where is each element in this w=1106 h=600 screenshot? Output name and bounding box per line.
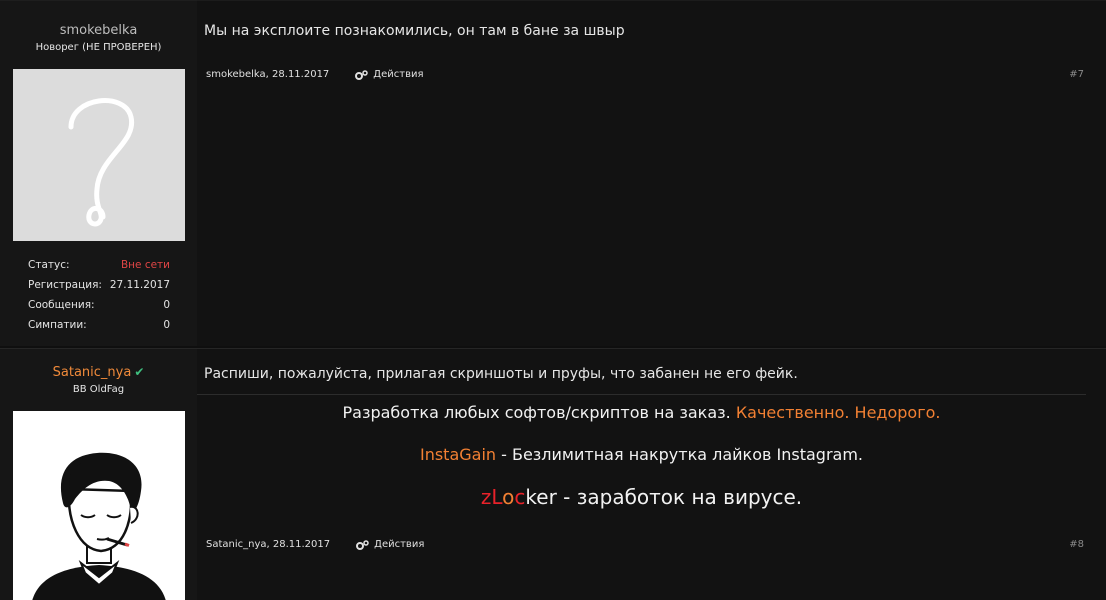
avatar[interactable] (13, 411, 185, 600)
user-sidebar: Satanic_nya ✔ BB OldFag (0, 348, 197, 600)
username-link[interactable]: smokebelka (0, 23, 197, 38)
user-title: BB OldFag (72, 384, 125, 395)
signature-line: Разработка любых софтов/скриптов на зака… (342, 403, 941, 422)
post-content: Мы на эксплоите познакомились, он там в … (197, 0, 1106, 346)
post-8: Satanic_nya ✔ BB OldFag Распиши, пожалуй… (0, 348, 1106, 600)
user-sidebar: smokebelka Новорег (НЕ ПРОВЕРЕН) Статус:… (0, 0, 197, 346)
avatar-illustration (32, 452, 166, 600)
post-author-date-link[interactable]: Satanic_nya, 28.11.2017 (206, 539, 330, 550)
user-title: Новорег (НЕ ПРОВЕРЕН) (35, 42, 162, 53)
instagain-link[interactable]: InstaGain (420, 445, 496, 464)
signature: Разработка любых софтов/скриптов на зака… (197, 394, 1086, 511)
actions-button[interactable]: Действия (355, 69, 424, 80)
message-text: Распиши, пожалуйста, прилагая скриншоты … (204, 366, 798, 382)
user-stats: Статус: Вне сети Регистрация: 27.11.2017… (28, 258, 170, 338)
stat-likes: Симпатии: 0 (28, 319, 170, 331)
signature-line: InstaGain - Безлимитная накрутка лайков … (419, 445, 864, 464)
stat-registration: Регистрация: 27.11.2017 (28, 279, 170, 291)
avatar[interactable] (13, 69, 185, 241)
gears-icon (356, 539, 369, 550)
stat-status: Статус: Вне сети (28, 258, 170, 278)
question-mark-icon (68, 98, 135, 227)
status-badge: Вне сети (120, 259, 170, 271)
username-link[interactable]: Satanic_nya ✔ (0, 365, 197, 380)
post-meta: smokebelka, 28.11.2017 Действия (206, 69, 424, 80)
post-content: Распиши, пожалуйста, прилагая скриншоты … (197, 348, 1106, 600)
message-text: Мы на эксплоите познакомились, он там в … (204, 23, 625, 39)
signature-line: zLocker - заработок на вирусе. (480, 485, 803, 509)
gears-icon (355, 69, 369, 80)
stat-messages: Сообщения: 0 (28, 299, 170, 311)
post-author-date-link[interactable]: smokebelka, 28.11.2017 (206, 69, 329, 80)
zlocker-link[interactable]: zLocker (481, 485, 557, 509)
post-number-link[interactable]: #7 (1069, 69, 1084, 80)
post-meta: Satanic_nya, 28.11.2017 Действия (206, 539, 424, 550)
post-number-link[interactable]: #8 (1069, 539, 1084, 550)
post-7: smokebelka Новорег (НЕ ПРОВЕРЕН) Статус:… (0, 0, 1106, 346)
actions-button[interactable]: Действия (356, 539, 424, 550)
check-icon: ✔ (134, 365, 145, 379)
